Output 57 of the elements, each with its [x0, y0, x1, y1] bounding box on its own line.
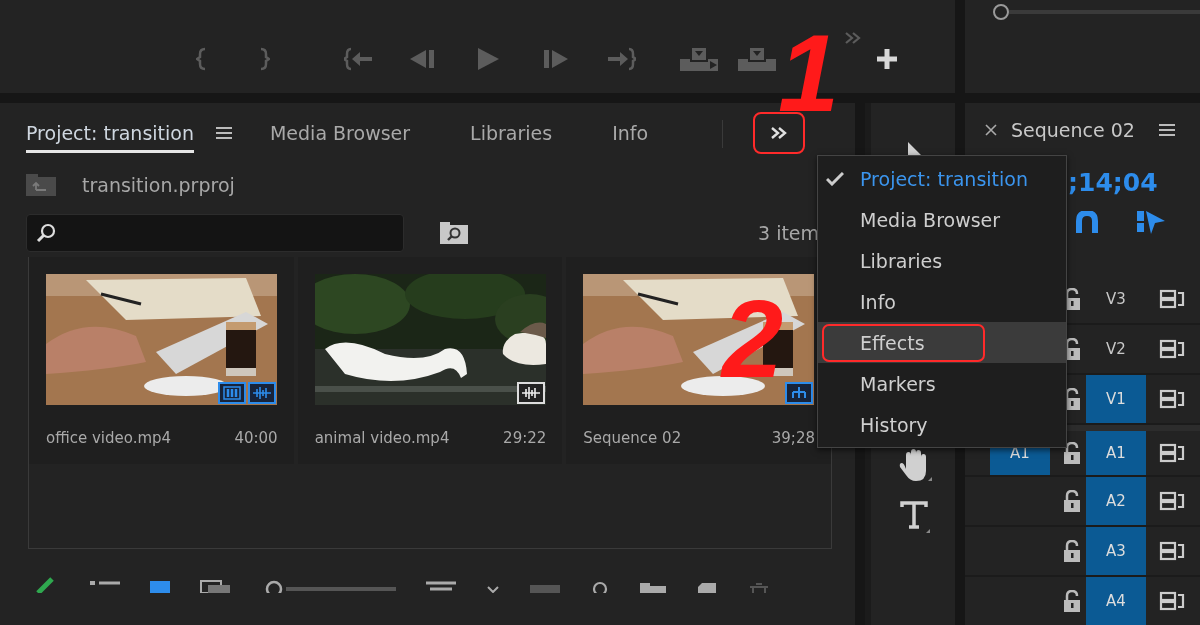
waveform-icon: [516, 382, 545, 404]
panel-tab[interactable]: Project: transition: [26, 107, 194, 153]
track-target[interactable]: V3: [1086, 275, 1146, 323]
film-icon: [218, 382, 246, 404]
menu-icon[interactable]: [1158, 123, 1175, 137]
zoom-scrollbar[interactable]: [993, 4, 1200, 20]
project-file-name: transition.prproj: [82, 174, 235, 196]
annotation-number: 2: [722, 284, 784, 394]
menu-icon[interactable]: [215, 126, 232, 140]
magnet-icon[interactable]: [1075, 211, 1099, 233]
menu-item[interactable]: Effects: [818, 322, 1066, 363]
clip-name: Sequence 02: [583, 429, 682, 447]
sequence-icon: [785, 382, 814, 404]
lock-icon[interactable]: [1063, 590, 1081, 612]
linked-selection-icon[interactable]: [1137, 209, 1167, 235]
double-chevron-icon: [770, 126, 789, 140]
find-folder-icon[interactable]: [440, 222, 468, 244]
track-target[interactable]: V2: [1086, 325, 1146, 373]
close-icon[interactable]: [985, 124, 997, 136]
clip-duration: 40:00: [234, 429, 278, 447]
lock-icon[interactable]: [1063, 490, 1081, 512]
waveform-icon: [248, 382, 276, 404]
clip-name: animal video.mp4: [314, 429, 450, 447]
panel-tab[interactable]: Info: [612, 107, 649, 153]
search-icon: [35, 222, 57, 244]
lock-icon[interactable]: [1063, 442, 1081, 464]
lock-icon[interactable]: [1063, 540, 1081, 562]
track-target[interactable]: A4: [1086, 577, 1146, 625]
menu-item[interactable]: Media Browser: [818, 199, 1066, 240]
clip-duration: 29:22: [503, 429, 547, 447]
clip-card[interactable]: animal video.mp4 29:22: [297, 257, 563, 464]
track-target[interactable]: A3: [1086, 527, 1146, 575]
menu-item[interactable]: Project: transition: [818, 158, 1066, 199]
panel-tab[interactable]: Libraries: [470, 107, 553, 153]
folder-up-icon[interactable]: [26, 174, 56, 196]
type-tool-icon[interactable]: [900, 501, 930, 533]
track-toggle-icon[interactable]: [1159, 389, 1185, 409]
clip-card[interactable]: office video.mp4 40:00: [29, 257, 294, 464]
track-toggle-icon[interactable]: [1159, 339, 1185, 359]
overflow-button[interactable]: [753, 112, 806, 154]
timecode[interactable]: ;14;04: [1068, 167, 1158, 197]
annotation-number: 1: [778, 18, 840, 128]
clip-duration: 39;28: [771, 429, 815, 447]
track-toggle-icon[interactable]: [1159, 491, 1185, 511]
add-icon[interactable]: [876, 48, 898, 70]
track-toggle-icon[interactable]: [1159, 443, 1185, 463]
track-toggle-icon[interactable]: [1159, 541, 1185, 561]
track-toggle-icon[interactable]: [1159, 289, 1185, 309]
search-field[interactable]: [26, 214, 404, 252]
sequence-tab-title[interactable]: Sequence 02: [1011, 119, 1135, 141]
track-target[interactable]: V1: [1086, 375, 1146, 423]
track-target[interactable]: A1: [1086, 431, 1146, 475]
track-target[interactable]: A2: [1086, 477, 1146, 525]
panel-tab[interactable]: Media Browser: [269, 107, 411, 153]
item-count: 3 item: [758, 222, 820, 244]
clip-name: office video.mp4: [46, 429, 172, 447]
track-toggle-icon[interactable]: [1159, 591, 1185, 611]
